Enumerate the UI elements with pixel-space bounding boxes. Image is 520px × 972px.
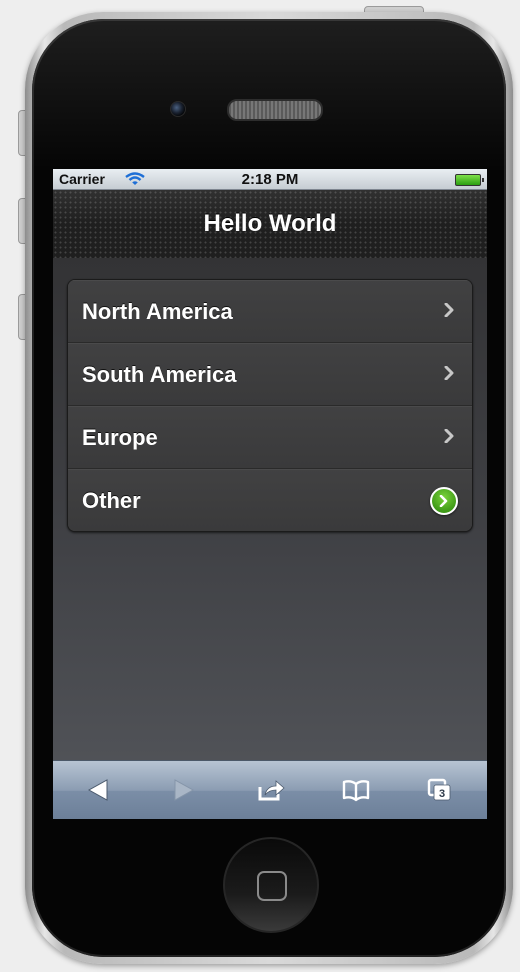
- chevron-right-icon: [444, 429, 454, 443]
- home-button[interactable]: [223, 837, 319, 933]
- share-icon[interactable]: [256, 777, 286, 803]
- page-title: Hello World: [203, 210, 337, 237]
- battery-icon: [455, 174, 484, 186]
- forward-icon[interactable]: [169, 777, 199, 803]
- list-item-label: North America: [82, 299, 233, 324]
- list-item-label: Other: [82, 488, 141, 513]
- list-item-label: South America: [82, 362, 237, 387]
- list-item-north-america[interactable]: North America: [68, 280, 472, 342]
- status-time: 2:18 PM: [241, 171, 299, 188]
- chevron-right-icon: [444, 303, 454, 317]
- simulator-stage: Carrier 2:18 PM Hello World North Americ…: [0, 0, 520, 972]
- bookmarks-icon[interactable]: [341, 777, 371, 803]
- chevron-right-icon: [444, 366, 454, 380]
- region-list: North America South America Europe Other: [67, 279, 473, 532]
- status-bar: Carrier 2:18 PM: [53, 169, 487, 190]
- home-square-icon: [257, 871, 287, 901]
- front-camera: [170, 101, 186, 117]
- list-item-south-america[interactable]: South America: [68, 342, 472, 405]
- device-screen: Carrier 2:18 PM Hello World North Americ…: [53, 169, 487, 819]
- tabs-count: 3: [439, 788, 445, 800]
- detail-disclosure-icon[interactable]: [430, 487, 458, 515]
- earpiece-speaker: [227, 99, 323, 121]
- nav-bar: Hello World: [53, 190, 487, 259]
- list-item-label: Europe: [82, 425, 158, 450]
- browser-toolbar: 3: [53, 760, 487, 819]
- content-area: North America South America Europe Other: [53, 258, 487, 760]
- list-item-europe[interactable]: Europe: [68, 405, 472, 468]
- back-icon[interactable]: [83, 777, 113, 803]
- tabs-icon[interactable]: 3: [425, 777, 455, 803]
- list-item-other[interactable]: Other: [68, 468, 472, 531]
